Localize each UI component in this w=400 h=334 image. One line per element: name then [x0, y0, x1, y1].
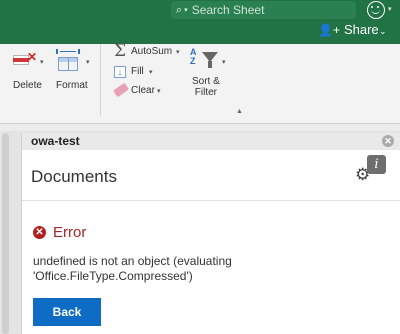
scrollbar[interactable] [2, 133, 9, 334]
error-message: undefined is not an object (evaluating '… [33, 254, 232, 283]
format-cells-icon[interactable] [56, 49, 80, 71]
error-icon: ✕ [33, 226, 46, 239]
sort-filter-button[interactable]: Sort & Filter [192, 76, 220, 98]
fill-icon[interactable]: ↓ [114, 66, 126, 78]
ribbon-divider [100, 44, 101, 116]
ribbon: ✕ ▾ Delete ▾ Format Σ AutoSum ▾ ↓ Fill ▾… [0, 41, 400, 124]
fill-dropdown-icon[interactable]: ▾ [149, 68, 153, 76]
chevron-down-icon: ▾ [184, 7, 188, 14]
delete-cells-icon[interactable]: ✕ [13, 50, 37, 69]
share-button[interactable]: 👤+ Share [318, 22, 379, 37]
page-title: Documents [31, 167, 117, 186]
feedback-smiley-icon[interactable] [367, 1, 385, 19]
clear-button[interactable]: Clear [131, 85, 155, 96]
collapse-ribbon-icon[interactable]: ▲ [236, 108, 243, 115]
search-sheet-box[interactable]: ⌕ ▾ Search Sheet [171, 1, 356, 19]
sort-dropdown-icon[interactable]: ▾ [222, 58, 226, 66]
fill-button[interactable]: Fill [131, 66, 144, 77]
delete-button-label[interactable]: Delete [13, 80, 42, 91]
chevron-down-icon[interactable]: ▾ [388, 5, 392, 13]
share-label: Share [343, 22, 379, 37]
delete-dropdown-icon[interactable]: ▾ [40, 58, 44, 66]
format-dropdown-icon[interactable]: ▾ [86, 58, 90, 66]
close-icon[interactable]: ✕ [382, 135, 394, 147]
format-button-label[interactable]: Format [56, 80, 88, 91]
error-title: Error [53, 224, 87, 241]
autosum-icon[interactable]: Σ [114, 41, 126, 61]
clear-dropdown-icon[interactable]: ▾ [157, 87, 161, 95]
task-pane-header: owa-test ✕ [22, 133, 400, 150]
share-chevron-icon[interactable]: ⌄ [379, 26, 387, 37]
title-bar: ⌕ ▾ Search Sheet ▾ 👤+ Share ⌄ [0, 0, 400, 44]
task-pane-title: owa-test [31, 134, 80, 148]
sort-filter-label-line1: Sort & [192, 76, 220, 87]
back-button[interactable]: Back [33, 298, 101, 326]
search-icon: ⌕ [176, 3, 183, 16]
error-heading: ✕ Error [33, 224, 86, 241]
autosum-button[interactable]: AutoSum [131, 46, 172, 57]
documents-header: Documents ⚙ i [22, 151, 400, 201]
autosum-dropdown-icon[interactable]: ▾ [176, 48, 180, 56]
sort-filter-icon[interactable]: AZ [190, 48, 220, 74]
search-placeholder: Search Sheet [191, 3, 265, 17]
person-add-icon: 👤+ [318, 22, 340, 37]
info-icon[interactable]: i [367, 155, 386, 174]
task-pane: owa-test ✕ Documents ⚙ i ✕ Error undefin… [21, 133, 400, 334]
eraser-icon[interactable] [112, 82, 130, 98]
sort-filter-label-line2: Filter [194, 87, 218, 98]
